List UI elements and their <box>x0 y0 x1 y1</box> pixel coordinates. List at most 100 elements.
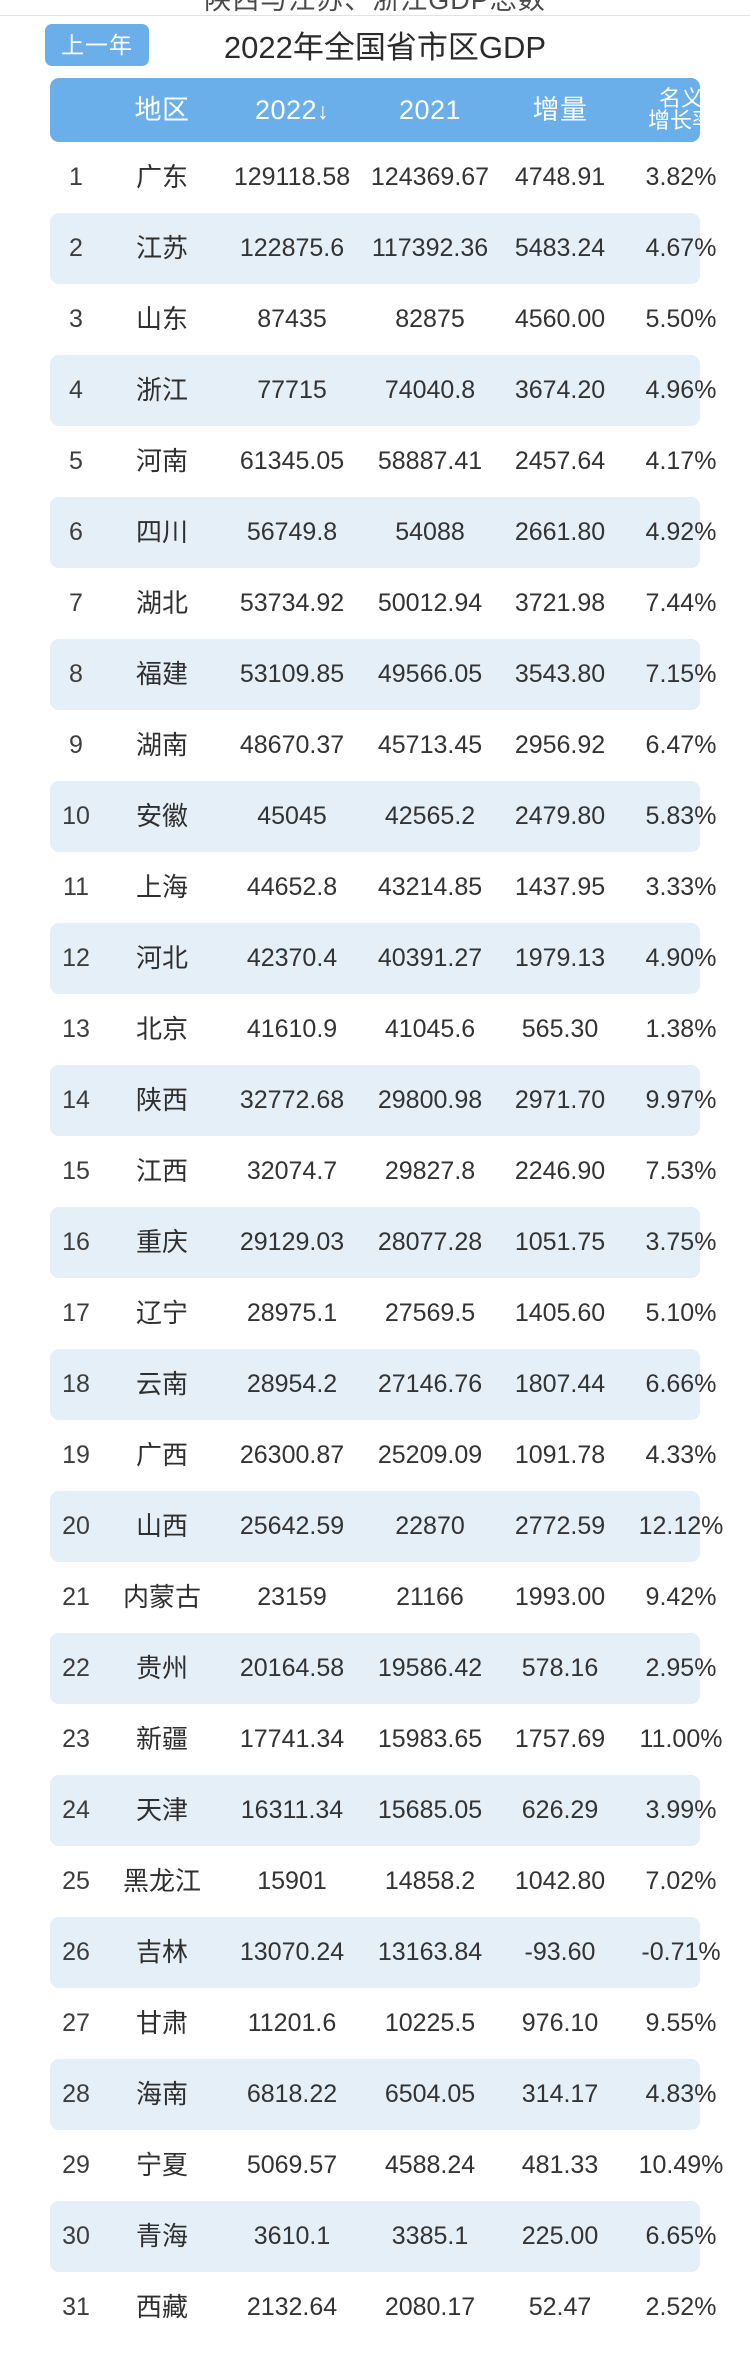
table-row[interactable]: 11 上海 44652.8 43214.85 1437.95 3.33% <box>50 852 716 923</box>
table-row[interactable]: 10 安徽 45045 42565.2 2479.80 5.83% <box>50 781 716 852</box>
cell-growth-rate: 11.00% <box>639 1725 723 1753</box>
cell-increment: 2772.59 <box>514 1512 606 1540</box>
cell-region: 青海 <box>135 2221 188 2251</box>
header-divider <box>0 15 750 16</box>
column-header-2021[interactable]: 2021 <box>362 78 498 142</box>
table-row[interactable]: 9 湖南 48670.37 45713.45 2956.92 6.47% <box>50 710 716 781</box>
table-row[interactable]: 25 黑龙江 15901 14858.2 1042.80 7.02% <box>50 1846 716 1917</box>
table-row[interactable]: 13 北京 41610.9 41045.6 565.30 1.38% <box>50 994 716 1065</box>
cell-gdp-2022: 77715 <box>257 376 327 404</box>
cell-growth-rate: 4.96% <box>645 376 717 404</box>
cell-gdp-2021: 6504.05 <box>384 2080 476 2108</box>
cell-region: 海南 <box>135 2079 188 2109</box>
column-header-nominal-growth-rate[interactable]: 名义 增长率 <box>622 78 740 142</box>
cell-rank: 29 <box>62 2151 90 2179</box>
table-row[interactable]: 29 宁夏 5069.57 4588.24 481.33 10.49% <box>50 2130 723 2201</box>
cell-growth-rate: 4.67% <box>645 234 717 262</box>
cell-rank: 16 <box>62 1228 90 1256</box>
cell-rank: 7 <box>69 589 83 617</box>
cell-rank: 14 <box>62 1086 90 1114</box>
cell-increment: 225.00 <box>521 2222 599 2250</box>
table-row[interactable]: 1 广东 129118.58 124369.67 4748.91 3.82% <box>50 142 716 213</box>
table-row[interactable]: 12 河北 42370.4 40391.27 1979.13 4.90% <box>50 923 716 994</box>
cell-region: 宁夏 <box>135 2150 188 2180</box>
cell-rank: 23 <box>62 1725 90 1753</box>
cell-growth-rate: 4.90% <box>645 944 717 972</box>
table-row[interactable]: 6 四川 56749.8 54088 2661.80 4.92% <box>50 497 716 568</box>
table-row[interactable]: 14 陕西 32772.68 29800.98 2971.70 9.97% <box>50 1065 716 1136</box>
cell-increment: 2956.92 <box>514 731 606 759</box>
cell-gdp-2022: 56749.8 <box>246 518 338 546</box>
table-row[interactable]: 31 西藏 2132.64 2080.17 52.47 2.52% <box>50 2272 716 2343</box>
cell-gdp-2022: 44652.8 <box>246 873 338 901</box>
cell-growth-rate: 5.10% <box>645 1299 717 1327</box>
cell-gdp-2021: 58887.41 <box>377 447 483 475</box>
table-row[interactable]: 2 江苏 122875.6 117392.36 5483.24 4.67% <box>50 213 716 284</box>
table-row[interactable]: 26 吉林 13070.24 13163.84 -93.60 -0.71% <box>50 1917 721 1988</box>
cell-rank: 25 <box>62 1867 90 1895</box>
table-row[interactable]: 28 海南 6818.22 6504.05 314.17 4.83% <box>50 2059 716 2130</box>
table-row[interactable]: 19 广西 26300.87 25209.09 1091.78 4.33% <box>50 1420 716 1491</box>
cell-gdp-2022: 45045 <box>257 802 327 830</box>
cell-region: 四川 <box>135 517 188 547</box>
cell-rank: 20 <box>62 1512 90 1540</box>
cell-gdp-2021: 49566.05 <box>377 660 483 688</box>
cell-increment: 1979.13 <box>514 944 606 972</box>
cell-growth-rate: 7.53% <box>645 1157 717 1185</box>
cell-increment: 1051.75 <box>514 1228 606 1256</box>
gdp-table: 地区 2022↓ 2021 增量 名义 增长率 1 广东 129118.58 1243… <box>0 78 750 2343</box>
cell-region: 浙江 <box>135 375 188 405</box>
cell-region: 辽宁 <box>135 1298 188 1328</box>
cell-rank: 24 <box>62 1796 90 1824</box>
cell-rank: 5 <box>69 447 83 475</box>
cell-increment: 1807.44 <box>514 1370 606 1398</box>
table-row[interactable]: 27 甘肃 11201.6 10225.5 976.10 9.55% <box>50 1988 716 2059</box>
table-row[interactable]: 16 重庆 29129.03 28077.28 1051.75 3.75% <box>50 1207 716 1278</box>
cell-region: 上海 <box>135 872 188 902</box>
table-row[interactable]: 18 云南 28954.2 27146.76 1807.44 6.66% <box>50 1349 716 1420</box>
cell-growth-rate: 6.65% <box>645 2222 717 2250</box>
table-row[interactable]: 24 天津 16311.34 15685.05 626.29 3.99% <box>50 1775 716 1846</box>
cell-rank: 30 <box>62 2222 90 2250</box>
table-row[interactable]: 5 河南 61345.05 58887.41 2457.64 4.17% <box>50 426 716 497</box>
cell-increment: 4560.00 <box>514 305 606 333</box>
table-row[interactable]: 4 浙江 77715 74040.8 3674.20 4.96% <box>50 355 716 426</box>
cell-region: 贵州 <box>135 1653 188 1683</box>
table-row[interactable]: 7 湖北 53734.92 50012.94 3721.98 7.44% <box>50 568 716 639</box>
column-header-2022[interactable]: 2022↓ <box>222 78 362 142</box>
cell-region: 湖南 <box>135 730 188 760</box>
cell-increment: 314.17 <box>521 2080 599 2108</box>
cell-region: 湖北 <box>135 588 188 618</box>
cell-growth-rate: 7.44% <box>645 589 717 617</box>
table-row[interactable]: 23 新疆 17741.34 15983.65 1757.69 11.00% <box>50 1704 722 1775</box>
cell-increment: 1405.60 <box>514 1299 606 1327</box>
cell-rank: 19 <box>62 1441 90 1469</box>
column-header-increment[interactable]: 增量 <box>498 78 622 142</box>
table-row[interactable]: 22 贵州 20164.58 19586.42 578.16 2.95% <box>50 1633 716 1704</box>
table-row[interactable]: 8 福建 53109.85 49566.05 3543.80 7.15% <box>50 639 716 710</box>
table-row[interactable]: 21 内蒙古 23159 21166 1993.00 9.42% <box>50 1562 716 1633</box>
table-row[interactable]: 30 青海 3610.1 3385.1 225.00 6.65% <box>50 2201 716 2272</box>
sort-descending-icon[interactable]: ↓ <box>317 98 329 124</box>
cell-gdp-2022: 41610.9 <box>246 1015 338 1043</box>
cell-rank: 31 <box>62 2293 90 2321</box>
cell-growth-rate: 6.47% <box>645 731 717 759</box>
cell-gdp-2022: 61345.05 <box>239 447 345 475</box>
table-row[interactable]: 20 山西 25642.59 22870 2772.59 12.12% <box>50 1491 723 1562</box>
table-row[interactable]: 17 辽宁 28975.1 27569.5 1405.60 5.10% <box>50 1278 716 1349</box>
column-header-region[interactable]: 地区 <box>102 78 222 142</box>
cell-growth-rate: 3.75% <box>645 1228 717 1256</box>
table-row[interactable]: 15 江西 32074.7 29827.8 2246.90 7.53% <box>50 1136 716 1207</box>
cell-gdp-2021: 27569.5 <box>384 1299 476 1327</box>
cell-rank: 10 <box>62 802 90 830</box>
table-row[interactable]: 3 山东 87435 82875 4560.00 5.50% <box>50 284 716 355</box>
cell-gdp-2022: 6818.22 <box>246 2080 338 2108</box>
cell-gdp-2022: 17741.34 <box>239 1725 345 1753</box>
cell-gdp-2021: 40391.27 <box>377 944 483 972</box>
cell-region: 黑龙江 <box>122 1866 201 1896</box>
cell-gdp-2022: 122875.6 <box>239 234 345 262</box>
cell-increment: 626.29 <box>521 1796 599 1824</box>
cell-gdp-2021: 45713.45 <box>377 731 483 759</box>
cell-gdp-2022: 25642.59 <box>239 1512 345 1540</box>
cell-increment: 1993.00 <box>514 1583 606 1611</box>
